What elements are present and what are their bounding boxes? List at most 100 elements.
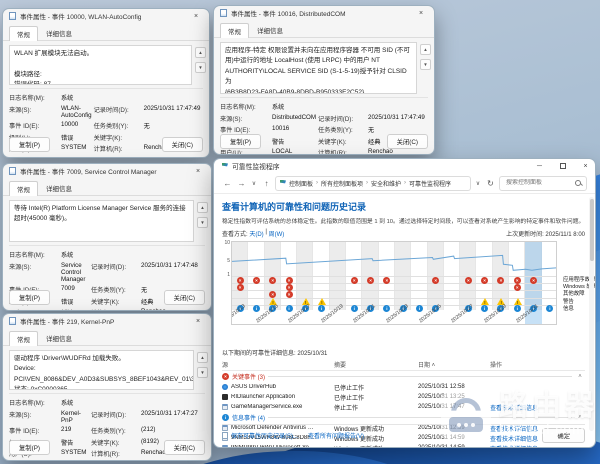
- info-icon[interactable]: i: [318, 305, 326, 313]
- close-icon[interactable]: ×: [189, 13, 203, 20]
- tab-general[interactable]: 常规: [220, 23, 249, 38]
- error-icon[interactable]: ×: [464, 276, 472, 284]
- breadcrumb[interactable]: 控制面板 › 所有控制面板项 › 安全和维护 › 可靠性监视程序: [275, 175, 471, 191]
- close-icon[interactable]: ×: [191, 168, 205, 175]
- error-icon[interactable]: ×: [350, 276, 358, 284]
- copy-button[interactable]: 复制(P): [220, 134, 261, 149]
- address-dropdown-button[interactable]: ∨: [474, 180, 482, 187]
- save-history-link[interactable]: 保存可靠性历史记录(S)...: [231, 431, 298, 440]
- info-icon[interactable]: i: [546, 305, 554, 313]
- warning-icon[interactable]: [513, 298, 522, 306]
- dialog-buttons: 复制(P) 关闭(C): [9, 440, 205, 455]
- search-input[interactable]: [504, 179, 572, 187]
- tab-details[interactable]: 详细信息: [249, 22, 291, 37]
- relmon-body: 查看计算机的可靠性和问题历史记录 稳定性指数可评估系统的总体稳定性。此指数的取值…: [214, 195, 595, 447]
- column-header[interactable]: 源: [222, 360, 334, 369]
- error-icon[interactable]: ×: [383, 276, 391, 284]
- tab-details[interactable]: 详细信息: [38, 180, 80, 195]
- maximize-button[interactable]: [553, 159, 572, 173]
- recent-pages-button[interactable]: ∨: [250, 180, 258, 187]
- error-icon[interactable]: ×: [252, 276, 260, 284]
- info-icon[interactable]: i: [383, 305, 391, 313]
- collapse-icon[interactable]: ˄: [575, 415, 585, 421]
- scroll-down-button[interactable]: ▼: [197, 367, 208, 378]
- error-icon[interactable]: ×: [513, 276, 521, 284]
- close-icon[interactable]: ×: [191, 318, 205, 325]
- tab-general[interactable]: 常规: [9, 181, 38, 196]
- error-icon[interactable]: ×: [269, 276, 277, 284]
- up-button[interactable]: ↑: [261, 179, 272, 188]
- close-dialog-button[interactable]: 关闭(C): [163, 440, 205, 455]
- tab-general[interactable]: 常规: [9, 26, 38, 41]
- close-dialog-button[interactable]: 关闭(C): [163, 290, 205, 305]
- error-icon[interactable]: ×: [285, 276, 293, 284]
- view-by-weeks-link[interactable]: 周(W): [269, 229, 285, 238]
- vertical-scrollbar[interactable]: [589, 197, 594, 431]
- info-icon[interactable]: i: [481, 305, 489, 313]
- breadcrumb-segment[interactable]: 安全和维护: [371, 179, 401, 188]
- tab-details[interactable]: 详细信息: [38, 330, 80, 345]
- stability-chart[interactable]: ××××××××××××××××××iiiiiiiiiiiiiiiiii2025…: [224, 240, 595, 345]
- table-row[interactable]: ASUS DriverHub 已停止工作 2025/10/31 12:58: [222, 382, 585, 392]
- info-icon[interactable]: i: [285, 305, 293, 313]
- search-box[interactable]: [499, 175, 587, 191]
- table-row[interactable]: RIDlauncher Application 已停止工作 2025/10/31 1…: [222, 392, 585, 402]
- column-header[interactable]: 摘要: [334, 360, 418, 369]
- scroll-up-button[interactable]: ▲: [197, 352, 208, 363]
- table-row[interactable]: GameManagerService.exe 停止工作 2025/10/31 17:…: [222, 402, 585, 412]
- column-header[interactable]: 日期 ˄: [418, 360, 490, 369]
- tab-details[interactable]: 详细信息: [38, 25, 80, 40]
- warning-icon[interactable]: [481, 298, 490, 306]
- error-icon[interactable]: ×: [481, 276, 489, 284]
- close-button[interactable]: ×: [576, 159, 595, 173]
- error-icon[interactable]: ×: [513, 283, 521, 291]
- error-icon[interactable]: ×: [367, 276, 375, 284]
- forward-button[interactable]: →: [236, 179, 247, 188]
- close-dialog-button[interactable]: 关闭(C): [161, 137, 203, 152]
- scroll-down-button[interactable]: ▼: [197, 217, 208, 228]
- tab-general[interactable]: 常规: [9, 331, 38, 346]
- group-header-info[interactable]: i 信息事件 (4) ˄: [222, 412, 585, 423]
- group-header-crit[interactable]: × 关键事件 (3) ˄: [222, 371, 585, 382]
- scroll-up-button[interactable]: ▲: [195, 47, 206, 58]
- close-dialog-button[interactable]: 关闭(C): [386, 134, 428, 149]
- warning-icon[interactable]: [318, 298, 327, 306]
- action-link[interactable]: 查看技术详细信息: [490, 447, 538, 448]
- close-icon[interactable]: ×: [414, 10, 428, 17]
- info-icon[interactable]: i: [513, 305, 521, 313]
- field-label: [91, 250, 139, 259]
- column-header[interactable]: 操作: [490, 360, 585, 369]
- field-value: Renchao: [141, 308, 205, 310]
- error-icon[interactable]: ×: [432, 276, 440, 284]
- view-reports-link[interactable]: 查看所有问题报告(V): [308, 431, 364, 440]
- scroll-down-button[interactable]: ▼: [195, 62, 206, 73]
- copy-button[interactable]: 复制(P): [9, 290, 50, 305]
- scroll-up-button[interactable]: ▲: [420, 44, 431, 55]
- table-row[interactable]: 9NMP99VJ6WV-Microsoft.Yo… Windows 更新成功202…: [222, 443, 585, 448]
- copy-button[interactable]: 复制(P): [9, 440, 50, 455]
- minimize-button[interactable]: ─: [530, 159, 549, 173]
- action-link[interactable]: 查看技术详细信息: [490, 406, 538, 412]
- breadcrumb-segment[interactable]: 所有控制面板项: [321, 179, 363, 188]
- scroll-up-button[interactable]: ▲: [197, 202, 208, 213]
- error-icon[interactable]: ×: [236, 283, 244, 291]
- info-icon[interactable]: i: [252, 305, 260, 313]
- error-icon[interactable]: ×: [285, 283, 293, 291]
- error-icon[interactable]: ×: [236, 276, 244, 284]
- info-icon[interactable]: i: [350, 305, 358, 313]
- error-icon[interactable]: ×: [285, 290, 293, 298]
- scroll-down-button[interactable]: ▼: [420, 59, 431, 70]
- error-icon[interactable]: ×: [497, 276, 505, 284]
- ok-button[interactable]: 确定: [542, 428, 585, 443]
- scrollbar-thumb[interactable]: [589, 199, 594, 261]
- info-icon[interactable]: i: [415, 305, 423, 313]
- breadcrumb-segment[interactable]: 控制面板: [289, 179, 313, 188]
- copy-button[interactable]: 复制(P): [9, 137, 50, 152]
- refresh-button[interactable]: ↻: [485, 179, 496, 188]
- chart-plot-area[interactable]: ××××××××××××××××××iiiiiiiiiiiiiiiiii2025…: [231, 241, 557, 325]
- error-icon[interactable]: ×: [530, 276, 538, 284]
- collapse-icon[interactable]: ˄: [575, 374, 585, 380]
- view-by-days-link[interactable]: 天(D): [249, 229, 263, 238]
- back-button[interactable]: ←: [222, 179, 233, 188]
- breadcrumb-segment[interactable]: 可靠性监视程序: [409, 179, 451, 188]
